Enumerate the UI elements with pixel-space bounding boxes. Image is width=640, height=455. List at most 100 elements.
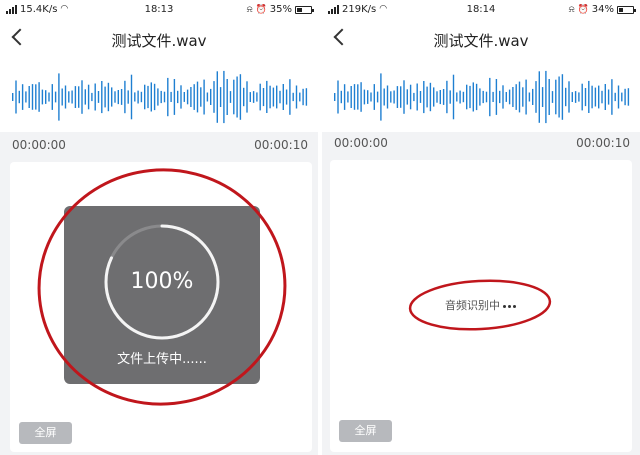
- page-title: 测试文件.wav: [111, 32, 207, 50]
- waveform-bar: [58, 73, 60, 121]
- waveform-bar: [203, 79, 205, 115]
- waveform-bar: [239, 74, 242, 120]
- waveform-bar: [535, 81, 537, 113]
- loading-dots-icon: [503, 304, 516, 308]
- waveform-bar: [571, 92, 573, 102]
- waveform-bar: [522, 87, 524, 107]
- waveform-bar: [363, 89, 366, 105]
- waveform-bar: [21, 84, 24, 110]
- waveform-area[interactable]: [322, 62, 640, 132]
- waveform-bar: [163, 91, 166, 103]
- waveform-bar: [396, 86, 399, 108]
- status-bar: 15.4K/s ◠ 18:13 ⍾ ⏰ 35%: [0, 0, 318, 20]
- waveform-bar: [170, 91, 172, 102]
- waveform-bar: [183, 92, 185, 102]
- waveform-bar: [528, 92, 531, 102]
- waveform-bar: [373, 84, 375, 110]
- waveform-bar: [429, 82, 432, 112]
- battery-icon: [617, 5, 636, 14]
- waveform-bar: [269, 85, 271, 109]
- waveform-bar: [419, 91, 422, 103]
- waveform-bar: [370, 92, 372, 102]
- waveform-bar: [505, 92, 507, 102]
- waveform-bar: [35, 84, 37, 110]
- waveform-bar: [492, 91, 494, 102]
- waveform-bar: [611, 79, 613, 115]
- waveform-bar: [568, 81, 570, 113]
- waveform-bar: [499, 90, 501, 104]
- waveform-bar: [177, 90, 179, 104]
- waveform-bar: [386, 85, 389, 109]
- waveform-bar: [413, 92, 415, 102]
- waveform-bar: [551, 91, 554, 103]
- time-start: 00:00:00: [12, 138, 66, 152]
- waveform-bar: [350, 86, 352, 108]
- waveform-bar: [518, 81, 521, 113]
- waveform-bar: [584, 88, 587, 107]
- fullscreen-button[interactable]: 全屏: [339, 420, 392, 442]
- waveform-bar: [555, 79, 557, 115]
- waveform-bar: [452, 74, 455, 120]
- waveform-bar: [489, 77, 491, 117]
- alarm-icon: ⏰: [577, 4, 589, 15]
- waveform-bar: [196, 81, 199, 113]
- waveform-bar: [262, 88, 265, 107]
- waveform-bar: [193, 84, 195, 110]
- waveform-bar: [104, 86, 106, 108]
- waveform-bar: [446, 80, 448, 114]
- time-end: 00:00:10: [576, 136, 630, 150]
- waveform-bar: [167, 77, 169, 117]
- waveform-bar: [25, 91, 27, 103]
- waveform-bar: [256, 92, 258, 102]
- fullscreen-button[interactable]: 全屏: [19, 422, 72, 444]
- waveform-bar: [409, 84, 412, 110]
- waveform-bar: [48, 92, 50, 102]
- battery-icon: [295, 5, 314, 14]
- waveform-bar: [376, 91, 379, 103]
- waveform-bar: [246, 81, 248, 113]
- waveform-bar: [591, 85, 593, 109]
- waveform-bar: [383, 88, 385, 106]
- waveform-bar: [38, 82, 40, 112]
- waveform-bar: [144, 84, 146, 110]
- waveform-bar: [68, 91, 70, 103]
- waveform-bar: [627, 88, 630, 106]
- waveform-area[interactable]: [0, 62, 318, 132]
- waveform-bar: [101, 81, 103, 114]
- mute-icon: ⍾: [246, 4, 253, 15]
- waveform-bar: [252, 91, 255, 103]
- upload-progress-dialog: 100% 文件上传中......: [64, 206, 260, 384]
- upload-status: 文件上传中......: [117, 352, 207, 367]
- waveform-bar: [266, 80, 268, 113]
- waveform-bar: [393, 90, 395, 104]
- waveform-bar: [305, 88, 308, 106]
- waveform-bar: [249, 92, 251, 102]
- waveform-bar: [81, 80, 83, 114]
- waveform-bar: [279, 90, 281, 104]
- waveform-bar: [91, 92, 93, 102]
- waveform-bar: [495, 79, 498, 115]
- waveform-bar: [61, 88, 63, 106]
- mute-icon: ⍾: [568, 4, 575, 15]
- waveform-bar: [423, 81, 425, 114]
- waveform-bar: [565, 87, 567, 107]
- waveform-bar: [213, 81, 215, 113]
- waveform-bar: [380, 73, 382, 121]
- waveform-bar: [147, 85, 149, 109]
- waveform-bar: [137, 90, 139, 104]
- waveform-bar: [54, 91, 57, 103]
- waveform-bar: [406, 89, 408, 105]
- waveform-bar: [210, 88, 212, 105]
- waveform-bar: [601, 90, 603, 104]
- waveform-bar: [472, 82, 474, 112]
- waveform-bar: [426, 86, 428, 108]
- waveform-bar: [130, 74, 133, 120]
- waveform-bar: [442, 89, 445, 105]
- waveform-bar: [416, 83, 418, 111]
- alarm-icon: ⏰: [255, 4, 267, 15]
- waveform-bar: [466, 84, 468, 110]
- waveform-bar: [216, 71, 218, 123]
- waveform-bar: [51, 84, 53, 110]
- waveform-bar: [367, 90, 369, 104]
- time-bar: 00:00:00 00:00:10: [0, 134, 318, 158]
